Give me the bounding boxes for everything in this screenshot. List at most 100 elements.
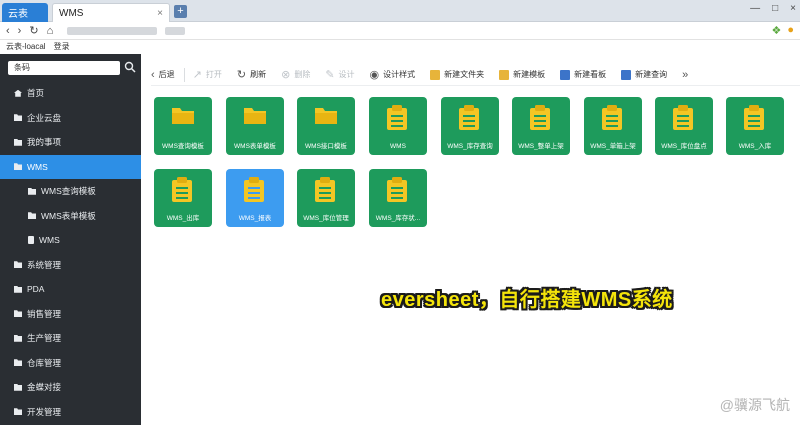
home-icon[interactable]: ⌂ (47, 25, 54, 37)
tile-label: WMS接口模板 (305, 143, 347, 150)
sidebar-item-home[interactable]: 首页 (0, 81, 141, 106)
sidebar-item-wms-form-template[interactable]: WMS表单模板 (0, 204, 141, 229)
bookmarks-bar: 云表-loacal 登录 (0, 40, 800, 52)
tile-wms-inventory-status[interactable]: WMS_库存状... (369, 169, 427, 227)
tile-label: WMS (390, 143, 406, 150)
sidebar: 条码 首页 企业云盘 我的事项 WMS WMS查询模板 WMS表单模板 WMS … (0, 54, 141, 425)
sidebar-item-label: 企业云盘 (27, 112, 62, 123)
sidebar-item-sales[interactable]: 销售管理 (0, 302, 141, 327)
tile-label: WMS_报表 (238, 215, 272, 222)
tile-wms-query-template[interactable]: WMS查询模板 (154, 97, 212, 155)
sidebar-item-label: 开发管理 (27, 406, 62, 417)
design-button[interactable]: ✎ 设计 (325, 68, 354, 81)
folder-icon (14, 408, 22, 416)
clipboard-icon (602, 105, 622, 130)
button-label: 新建文件夹 (444, 70, 485, 79)
open-button[interactable]: ↗ 打开 (193, 68, 222, 81)
clipboard-icon (459, 105, 479, 130)
new-folder-button[interactable]: 新建文件夹 (430, 69, 484, 80)
tab-cloud[interactable]: 云表 (2, 3, 48, 22)
forward-arrow-icon[interactable]: › (18, 25, 22, 37)
folder-icon (14, 334, 22, 342)
extension-icon[interactable]: ❖ (771, 24, 781, 37)
home-icon (14, 89, 22, 97)
tile-wms[interactable]: WMS (369, 97, 427, 155)
sidebar-item-label: WMS (39, 235, 60, 246)
address-bar[interactable] (67, 26, 158, 35)
tab-wms[interactable]: WMS × (52, 3, 170, 22)
sidebar-item-dev[interactable]: 开发管理 (0, 400, 141, 425)
button-label: 新建模板 (513, 70, 546, 79)
chevron-left-icon: ‹ (151, 68, 155, 81)
new-template-icon (499, 69, 510, 80)
tile-wms-location-count[interactable]: WMS_库位盘点 (655, 97, 713, 155)
sidebar-item-cloud-drive[interactable]: 企业云盘 (0, 106, 141, 131)
sidebar-menu: 首页 企业云盘 我的事项 WMS WMS查询模板 WMS表单模板 WMS 系统管… (0, 81, 141, 424)
more-button[interactable]: » (682, 69, 688, 81)
folder-icon (14, 163, 22, 171)
tile-wms-inbound[interactable]: WMS_入库 (726, 97, 784, 155)
refresh-button[interactable]: ↻ 刷新 (237, 68, 266, 81)
folder-icon (14, 383, 22, 391)
minimize-button[interactable]: — (750, 3, 760, 14)
close-window-button[interactable]: × (790, 3, 796, 14)
tile-label: WMS_整单上架 (518, 143, 564, 150)
new-query-button[interactable]: 新建查询 (621, 69, 667, 80)
tile-wms-form-template[interactable]: WMS表单模板 (226, 97, 284, 155)
reload-icon[interactable]: ↻ (29, 24, 38, 37)
sidebar-item-warehouse[interactable]: 仓库管理 (0, 351, 141, 376)
tile-label: WMS_入库 (738, 143, 772, 150)
search-input[interactable]: 条码 (8, 61, 120, 75)
folder-icon (244, 108, 266, 124)
sidebar-item-label: 系统管理 (27, 259, 62, 270)
folder-icon (14, 310, 22, 318)
sidebar-item-label: 仓库管理 (27, 357, 62, 368)
new-query-icon (621, 69, 632, 80)
extension-icons: ❖ ● (771, 24, 794, 37)
sidebar-item-wms-doc[interactable]: WMS (0, 228, 141, 253)
sidebar-item-label: PDA (27, 284, 45, 295)
sidebar-item-kingdee[interactable]: 金蝶对接 (0, 375, 141, 400)
clipboard-icon (673, 105, 693, 130)
clipboard-icon (387, 177, 407, 202)
folder-icon (14, 138, 22, 146)
extension-icon[interactable]: ● (787, 24, 794, 37)
refresh-icon: ↻ (236, 69, 247, 81)
delete-icon: ⊗ (281, 69, 291, 81)
tile-label: WMS_库存状... (375, 215, 421, 222)
tile-label: WMS_库存查询 (447, 143, 493, 150)
button-label: 新建查询 (635, 70, 668, 79)
bookmark-item[interactable]: 云表-loacal (6, 41, 46, 52)
overlay-caption: eversheet，自行搭建WMS系统 (381, 289, 673, 311)
sidebar-item-production[interactable]: 生产管理 (0, 326, 141, 351)
bookmark-item[interactable]: 登录 (54, 41, 70, 52)
browser-nav-bar: ‹ › ↻ ⌂ ❖ ● (0, 22, 800, 40)
tile-wms-interface-template[interactable]: WMS接口模板 (297, 97, 355, 155)
design-style-button[interactable]: ◉ 设计样式 (370, 68, 416, 81)
sidebar-item-label: 销售管理 (27, 308, 62, 319)
back-arrow-icon[interactable]: ‹ (6, 25, 10, 37)
sidebar-item-wms-query-template[interactable]: WMS查询模板 (0, 179, 141, 204)
close-icon[interactable]: × (157, 8, 163, 19)
new-tab-button[interactable]: + (174, 5, 187, 18)
maximize-button[interactable]: □ (772, 3, 778, 14)
tile-wms-order-putaway[interactable]: WMS_整单上架 (512, 97, 570, 155)
search-icon[interactable] (124, 61, 136, 73)
tile-wms-outbound[interactable]: WMS_出库 (154, 169, 212, 227)
clipboard-icon (244, 177, 264, 202)
new-template-button[interactable]: 新建模板 (499, 69, 545, 80)
new-board-icon (560, 69, 571, 80)
sidebar-item-wms[interactable]: WMS (0, 154, 141, 179)
tile-wms-report[interactable]: WMS_报表 (226, 169, 284, 227)
clipboard-icon (387, 105, 407, 130)
tile-wms-location-management[interactable]: WMS_库位管理 (297, 169, 355, 227)
new-board-button[interactable]: 新建看板 (560, 69, 606, 80)
sidebar-item-my-tasks[interactable]: 我的事项 (0, 130, 141, 155)
sidebar-item-system-admin[interactable]: 系统管理 (0, 253, 141, 278)
sidebar-item-pda[interactable]: PDA (0, 277, 141, 302)
delete-button[interactable]: ⊗ 删除 (281, 68, 310, 81)
tile-wms-inventory-query[interactable]: WMS_库存查询 (441, 97, 499, 155)
back-button[interactable]: ‹ 后退 (151, 69, 175, 81)
sidebar-item-label: 首页 (27, 88, 45, 99)
tile-wms-box-putaway[interactable]: WMS_单箱上架 (584, 97, 642, 155)
